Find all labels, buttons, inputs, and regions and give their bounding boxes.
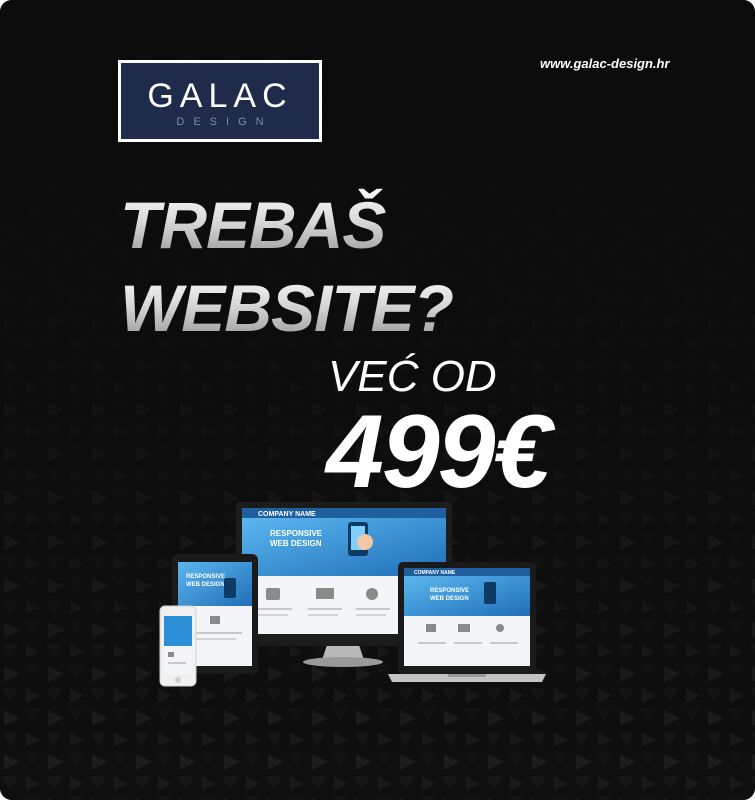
laptop-device: COMPANY NAME RESPONSIVE WEB DESIGN xyxy=(388,562,546,682)
headline-line-2: WEBSITE? xyxy=(120,267,454,350)
headline-line-1: TREBAŠ xyxy=(120,184,453,267)
responsive-devices-illustration: COMPANY NAME RESPONSIVE WEB DESIGN RESPO… xyxy=(159,502,546,687)
website-url[interactable]: www.galac-design.hr xyxy=(540,56,670,71)
svg-text:WEB DESIGN: WEB DESIGN xyxy=(430,596,469,602)
svg-text:RESPONSIVE: RESPONSIVE xyxy=(430,588,469,594)
mockup-hero-line-2: WEB DESIGN xyxy=(270,539,322,548)
smartphone-device xyxy=(159,605,197,687)
galac-design-logo: GALAC DESIGN xyxy=(118,60,322,142)
svg-text:COMPANY NAME: COMPANY NAME xyxy=(414,570,456,576)
logo-name: GALAC xyxy=(147,76,293,115)
mockup-company-name: COMPANY NAME xyxy=(258,511,316,518)
ad-banner: GALAC DESIGN www.galac-design.hr TREBAŠ … xyxy=(0,0,755,800)
mockup-hero-line-1: RESPONSIVE xyxy=(270,529,323,538)
svg-text:WEB DESIGN: WEB DESIGN xyxy=(186,582,225,588)
logo-subtitle: DESIGN xyxy=(176,115,273,128)
headline: TREBAŠ WEBSITE? xyxy=(120,184,454,350)
svg-text:RESPONSIVE: RESPONSIVE xyxy=(186,574,225,580)
